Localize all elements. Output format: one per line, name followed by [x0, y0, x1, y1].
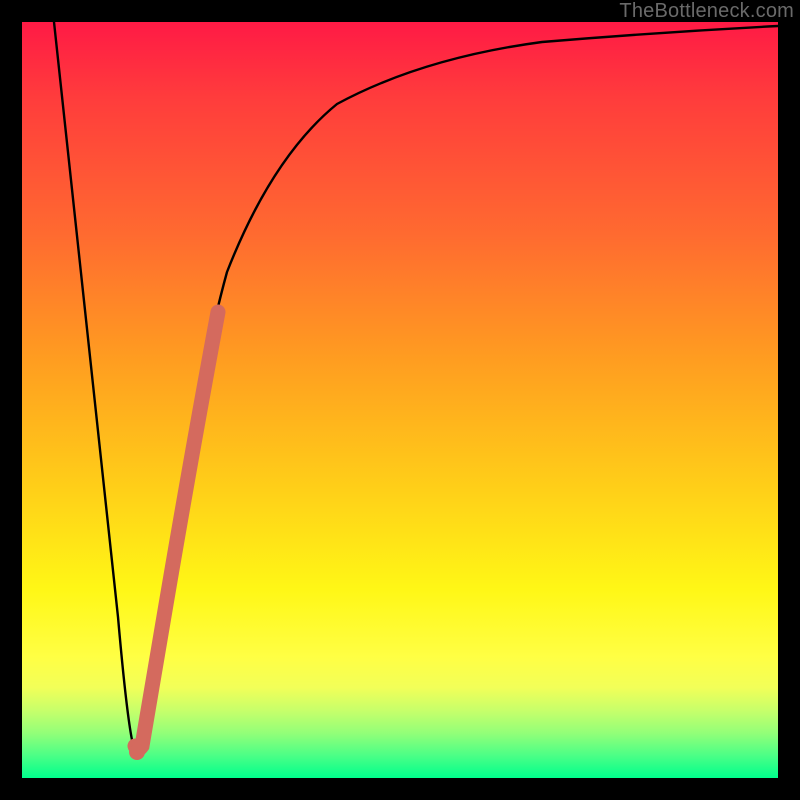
gradient-plot-area: [22, 22, 778, 778]
chart-frame: TheBottleneck.com: [0, 0, 800, 800]
watermark-text: TheBottleneck.com: [619, 0, 794, 23]
